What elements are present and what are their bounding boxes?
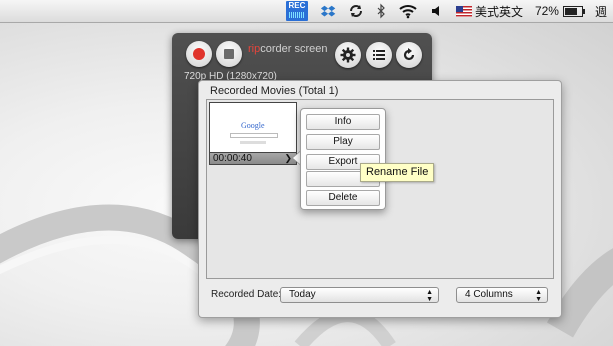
info-menu-item[interactable]: Info <box>306 114 380 130</box>
app-logo: ripcorder screen <box>248 43 328 55</box>
battery-icon <box>562 5 585 17</box>
gear-icon <box>340 47 356 63</box>
search-box-preview <box>230 133 278 138</box>
panel-title: Recorded Movies (Total 1) <box>210 85 339 97</box>
refresh-icon <box>403 48 415 61</box>
updown-arrows-icon: ▲ ▼ <box>426 289 433 303</box>
dropbox-icon[interactable] <box>314 0 342 22</box>
movie-list-button[interactable] <box>366 42 392 68</box>
stop-icon <box>224 49 234 59</box>
chevron-right-icon[interactable]: ❯ <box>281 153 292 164</box>
bluetooth-icon[interactable] <box>370 0 392 22</box>
input-source-menu[interactable]: 美式英文 <box>450 0 529 22</box>
volume-icon[interactable] <box>424 0 450 22</box>
wifi-icon[interactable] <box>392 0 424 22</box>
movie-context-menu: Info Play Export Delete <box>300 108 386 210</box>
updown-arrows-icon: ▲ ▼ <box>535 289 542 303</box>
menu-bar: REC 美式英文 72% 週 <box>0 0 613 23</box>
delete-menu-item[interactable]: Delete <box>306 190 380 206</box>
columns-select[interactable]: 4 Columns ▲ ▼ <box>456 287 548 303</box>
movie-duration-bar: 00:00:40 ❯ <box>209 152 297 165</box>
recorded-date-select[interactable]: Today ▲ ▼ <box>280 287 439 303</box>
refresh-button[interactable] <box>396 42 422 68</box>
us-flag-icon <box>455 5 472 17</box>
settings-button[interactable] <box>335 42 361 68</box>
stop-button[interactable] <box>216 41 242 67</box>
recorded-date-label: Recorded Date: <box>211 289 282 300</box>
list-icon <box>373 50 385 60</box>
ripcorder-status-item[interactable]: REC <box>280 0 314 22</box>
rec-icon[interactable]: REC <box>285 1 308 21</box>
audio-meter-icon <box>288 12 305 18</box>
search-buttons-preview <box>240 141 266 144</box>
play-menu-item[interactable]: Play <box>306 134 380 150</box>
sync-icon[interactable] <box>342 0 370 22</box>
google-logo: Google <box>241 121 265 130</box>
movie-duration: 00:00:40 <box>213 153 252 164</box>
record-button[interactable] <box>186 41 212 67</box>
clock-menu[interactable]: 週 <box>589 0 613 22</box>
battery-menu[interactable]: 72% <box>529 0 589 22</box>
record-icon <box>193 48 205 60</box>
rename-file-tooltip: Rename File <box>360 163 435 182</box>
